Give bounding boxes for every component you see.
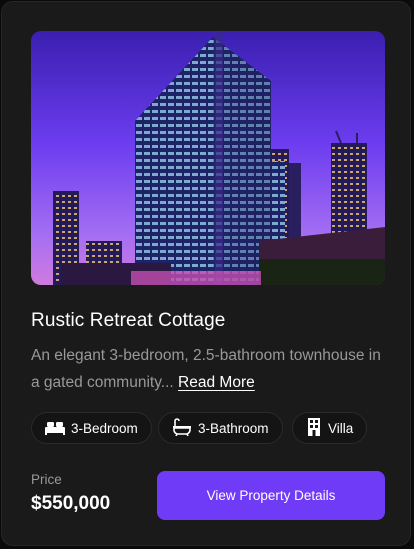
bathroom-label: 3-Bathroom [198,420,269,436]
bedroom-chip: 3-Bedroom [31,412,152,444]
bathtub-icon [172,417,192,439]
property-title: Rustic Retreat Cottage [31,310,226,331]
property-card: Rustic Retreat Cottage An elegant 3-bedr… [1,1,411,546]
bathroom-chip: 3-Bathroom [158,412,283,444]
bed-icon [45,419,65,438]
price-label: Price [31,472,62,487]
villa-label: Villa [328,420,354,436]
building-icon [306,417,322,439]
bedroom-label: 3-Bedroom [71,420,138,436]
view-property-details-button[interactable]: View Property Details [157,471,385,520]
read-more-link[interactable]: Read More [178,374,255,391]
price-value: $550,000 [31,493,111,514]
property-image [31,31,385,285]
villa-chip: Villa [292,412,368,444]
property-description: An elegant 3-bedroom, 2.5-bathroom townh… [31,342,391,396]
